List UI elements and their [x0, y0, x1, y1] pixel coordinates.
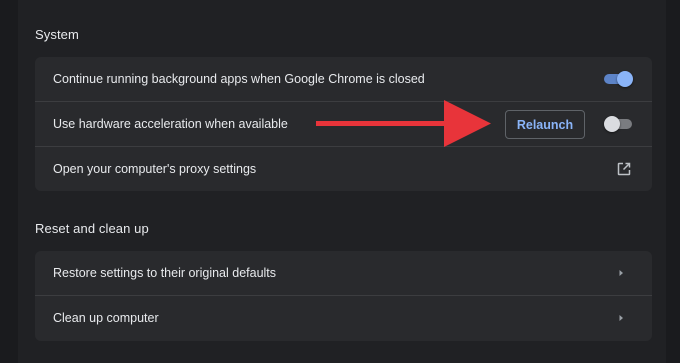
- chevron-right-icon: [619, 270, 623, 276]
- left-edge: [0, 0, 18, 363]
- toggle-knob: [604, 116, 620, 132]
- reset-card: Restore settings to their original defau…: [35, 251, 652, 341]
- row-label: Clean up computer: [53, 311, 159, 325]
- section-title-reset: Reset and clean up: [35, 221, 149, 236]
- row-label: Continue running background apps when Go…: [53, 72, 425, 86]
- row-clean-up-computer[interactable]: Clean up computer: [35, 295, 652, 340]
- right-edge: [666, 0, 680, 363]
- background-apps-toggle[interactable]: [604, 71, 633, 87]
- row-label: Open your computer's proxy settings: [53, 161, 257, 176]
- chevron-right-icon: [619, 315, 623, 321]
- annotation-arrow-icon: [316, 100, 491, 147]
- toggle-knob: [617, 71, 633, 87]
- external-link-icon[interactable]: [616, 161, 632, 177]
- hardware-acceleration-toggle[interactable]: [604, 116, 632, 132]
- row-proxy-settings[interactable]: Open your computer's proxy settings: [35, 146, 652, 190]
- row-restore-defaults[interactable]: Restore settings to their original defau…: [35, 251, 652, 295]
- row-background-apps[interactable]: Continue running background apps when Go…: [35, 57, 652, 101]
- settings-page: System Continue running background apps …: [0, 0, 680, 363]
- section-title-system: System: [35, 27, 79, 42]
- relaunch-button[interactable]: Relaunch: [505, 110, 585, 139]
- row-label: Restore settings to their original defau…: [53, 266, 277, 280]
